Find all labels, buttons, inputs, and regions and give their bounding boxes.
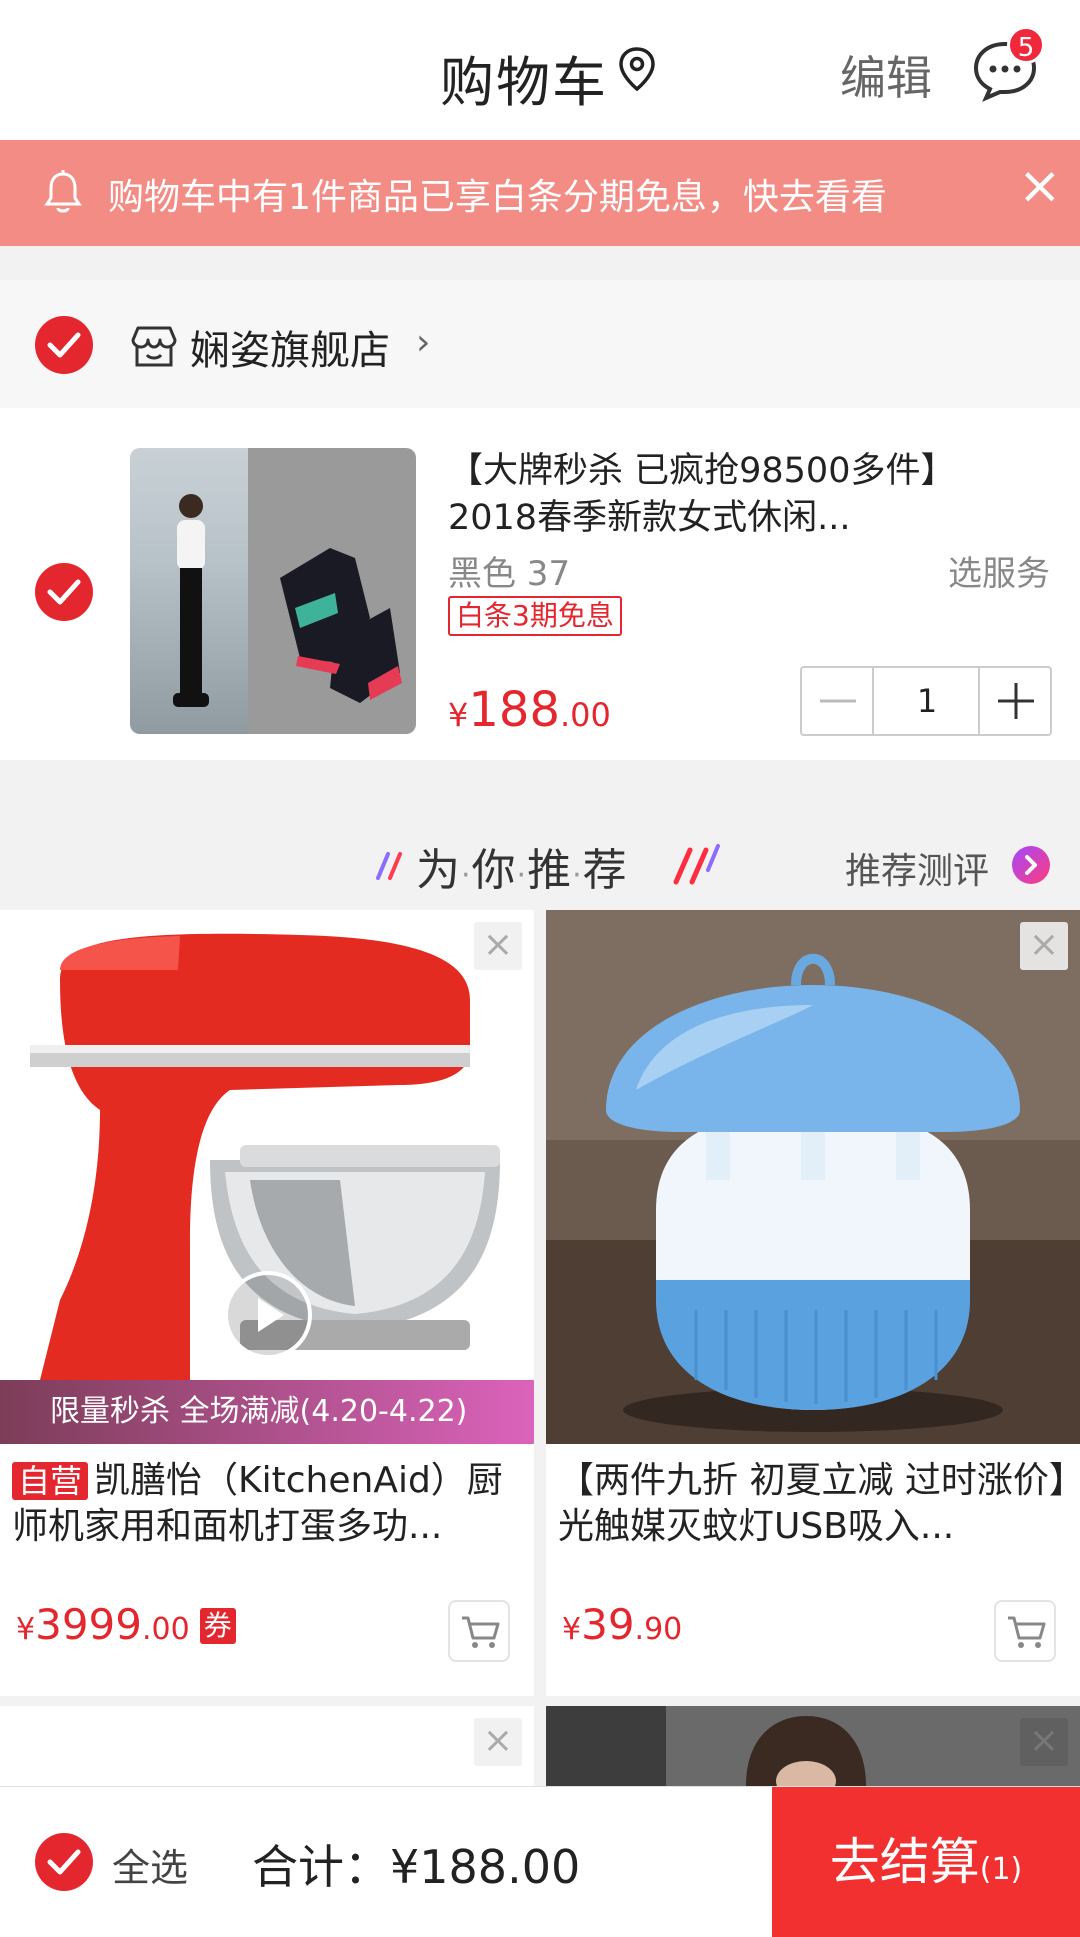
quantity-stepper: 1 (800, 666, 1052, 736)
recommend-review-link[interactable]: 推荐测评 (845, 842, 989, 894)
model-figure-image (173, 494, 209, 707)
close-icon[interactable]: × (1020, 1718, 1068, 1766)
product-image-stand-mixer (0, 910, 534, 1444)
price-currency: ¥ (448, 696, 469, 734)
recommend-header: 为·你·推·荐 推荐测评 (0, 794, 1080, 910)
plus-icon (998, 683, 1034, 719)
price-integer: 188 (468, 682, 560, 738)
product-title[interactable]: 【大牌秒杀 已疯抢98500多件】2018春季新款女式休闲... (448, 448, 1018, 542)
shop-checkbox[interactable] (35, 316, 93, 374)
close-icon[interactable]: × (474, 1718, 522, 1766)
coupon-badge: 券 (199, 1608, 236, 1644)
page-title: 购物车 (440, 51, 608, 114)
store-icon (131, 326, 177, 367)
installment-tag: 白条3期免息 (448, 596, 622, 636)
price-decimal: .90 (634, 1612, 683, 1647)
add-to-cart-button[interactable] (448, 1600, 510, 1662)
select-all-checkbox[interactable] (35, 1833, 93, 1891)
total-price: 合计：¥188.00 (252, 1840, 581, 1894)
checkout-bar: 全选 合计：¥188.00 去结算(1) (0, 1786, 1080, 1937)
product-card[interactable]: × (546, 1706, 1080, 1786)
arrow-right-circle-icon[interactable] (1012, 846, 1050, 884)
price-integer: 3999 (35, 1600, 142, 1649)
select-service-button[interactable]: 选服务 (948, 546, 1050, 595)
product-name[interactable]: 【两件九折 初夏立减 过时涨价】光触媒灭蚊灯USB吸入... (558, 1458, 1068, 1550)
decrease-button[interactable] (802, 668, 874, 734)
chevron-right-icon[interactable]: › (416, 322, 430, 363)
item-checkbox[interactable] (35, 563, 93, 621)
recommend-title-char: 推 (527, 845, 573, 896)
close-icon[interactable]: × (474, 922, 522, 970)
title-dot: · (461, 858, 472, 893)
add-to-cart-button[interactable] (994, 1600, 1056, 1662)
sneaker-image (280, 548, 402, 703)
close-icon[interactable]: × (1020, 922, 1068, 970)
title-dot: · (572, 858, 583, 893)
title-dot: · (516, 858, 528, 893)
price-decimal: .00 (559, 696, 611, 734)
cart-item: 【大牌秒杀 已疯抢98500多件】2018春季新款女式休闲... 黑色 37 选… (0, 408, 1080, 760)
cart-icon (462, 1616, 500, 1648)
recommend-title-char: 为 (416, 845, 461, 896)
checkout-count: (1) (979, 1852, 1023, 1887)
checkout-label: 去结算 (829, 1833, 980, 1891)
self-operated-badge: 自营 (12, 1462, 89, 1500)
quantity-input[interactable]: 1 (876, 668, 978, 734)
product-card[interactable]: × 【两件九折 初夏立减 过时涨价】光触媒灭蚊灯USB吸入... ¥39.90 (546, 910, 1080, 1696)
product-price: ¥3999.00 券 (16, 1600, 236, 1649)
slash-decoration-icon (673, 844, 720, 885)
product-thumbnail[interactable] (130, 448, 416, 734)
price-currency: ¥ (16, 1612, 36, 1647)
flash-sale-banner: 限量秒杀 全场满减(4.20-4.22) (0, 1380, 534, 1444)
price-currency: ¥ (562, 1612, 582, 1647)
product-price: ¥39.90 (562, 1600, 682, 1649)
increase-button[interactable] (978, 668, 1050, 734)
close-icon[interactable]: × (1018, 160, 1062, 212)
minus-icon (820, 699, 856, 703)
cart-icon (1008, 1616, 1046, 1648)
shop-header[interactable]: 娴姿旗舰店 › (0, 280, 1080, 408)
product-spec[interactable]: 黑色 37 (448, 546, 570, 595)
location-pin-icon[interactable] (617, 46, 657, 92)
shop-name[interactable]: 娴姿旗舰店 (190, 318, 390, 376)
recommend-title-char: 你 (471, 845, 517, 896)
item-price: ¥188.00 (448, 682, 611, 738)
product-image-portrait (546, 1706, 1080, 1786)
select-all-label[interactable]: 全选 (112, 1837, 188, 1892)
price-integer: 39 (581, 1600, 635, 1649)
product-name[interactable]: 自营 凯膳怡（KitchenAid）厨师机家用和面机打蛋多功... (12, 1458, 522, 1550)
top-bar: 购物车 编辑 5 (0, 0, 1080, 140)
edit-button[interactable]: 编辑 (840, 42, 932, 108)
notice-text: 购物车中有1件商品已享白条分期免息，快去看看 (108, 177, 887, 218)
installment-notice-bar[interactable]: 购物车中有1件商品已享白条分期免息，快去看看 × (0, 140, 1080, 246)
message-badge: 5 (1007, 26, 1045, 64)
product-image-mosquito-lamp (546, 910, 1080, 1444)
product-card[interactable]: × (0, 1706, 534, 1786)
recommend-title-char: 荐 (582, 845, 628, 896)
price-decimal: .00 (141, 1612, 190, 1647)
recommend-title: 为·你·推·荐 (372, 834, 628, 898)
checkout-button[interactable]: 去结算(1) (772, 1787, 1080, 1937)
bell-icon (44, 170, 82, 213)
product-card[interactable]: 限量秒杀 全场满减(4.20-4.22) × 自营 凯膳怡（KitchenAid）… (0, 910, 534, 1696)
